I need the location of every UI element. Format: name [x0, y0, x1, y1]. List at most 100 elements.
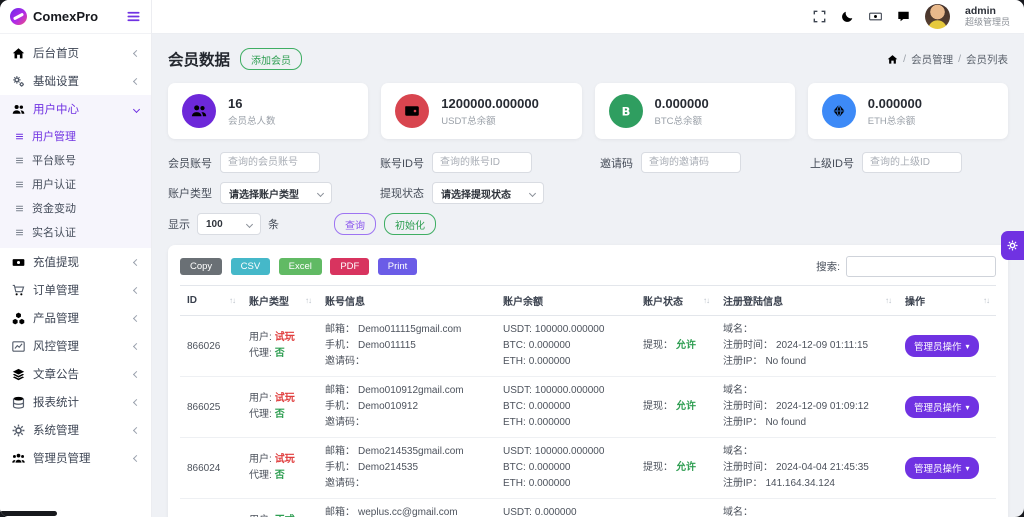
- filter-field: 账号ID号: [380, 152, 600, 173]
- filter-label: 会员账号: [168, 155, 212, 171]
- horizontal-scrollbar-thumb[interactable]: [0, 511, 57, 516]
- export-button[interactable]: Copy: [180, 258, 222, 275]
- main-area: admin 超级管理员 会员数据 添加会员 / 会员管理 /: [152, 0, 1024, 517]
- sidebar-item-user-center[interactable]: 用户中心: [0, 95, 151, 123]
- title-row: 会员数据 添加会员 / 会员管理 / 会员列表: [168, 48, 1008, 70]
- home-icon[interactable]: [887, 54, 898, 65]
- header-icons: [813, 10, 910, 23]
- column-header[interactable]: 账户类型 ↑↓: [242, 286, 318, 316]
- export-button[interactable]: Excel: [279, 258, 322, 275]
- export-button[interactable]: CSV: [231, 258, 271, 275]
- sidebar-item[interactable]: 系统管理: [0, 416, 151, 444]
- column-header[interactable]: 注册登陆信息 ↑↓: [716, 286, 898, 316]
- cell-balance: USDT:100000.000000 BTC:0.000000 ETH:0.00…: [496, 316, 636, 377]
- filter-input[interactable]: [862, 152, 962, 173]
- admin-action-button[interactable]: 管理员操作 ▾: [905, 457, 979, 479]
- header-icon[interactable]: [841, 10, 854, 23]
- withdraw-status: 允许: [676, 401, 696, 412]
- query-button[interactable]: 查询: [334, 213, 376, 235]
- sidebar-item[interactable]: 充值提现: [0, 248, 151, 276]
- usdt-balance: 0.000000: [535, 507, 577, 517]
- users-icon: [12, 103, 25, 116]
- sidebar-item-label: 充值提现: [33, 254, 126, 270]
- sidebar-item[interactable]: 风控管理: [0, 332, 151, 360]
- search-input[interactable]: [846, 256, 996, 277]
- user-type: 试玩: [275, 393, 295, 404]
- sidebar-subitem[interactable]: 实名认证: [0, 220, 151, 244]
- sidebar-item-icon: [12, 312, 25, 325]
- withdraw-status: 允许: [676, 462, 696, 473]
- reset-button[interactable]: 初始化: [384, 213, 436, 235]
- list-icon: [14, 203, 25, 214]
- column-header[interactable]: ID ↑↓: [180, 286, 242, 316]
- admin-action-button[interactable]: 管理员操作 ▾: [905, 396, 979, 418]
- usdt-balance: 100000.000000: [535, 446, 605, 457]
- chevron-left-icon: [133, 49, 140, 56]
- admin-action-button[interactable]: 管理员操作 ▾: [905, 335, 979, 357]
- filter-input[interactable]: [641, 152, 741, 173]
- column-header[interactable]: 账号信息: [318, 286, 496, 316]
- usdt-balance: 100000.000000: [535, 385, 605, 396]
- sort-icon[interactable]: ↑↓: [229, 296, 235, 305]
- list-icon: [14, 179, 25, 190]
- column-header[interactable]: 账户状态 ↑↓: [636, 286, 716, 316]
- cell-account-info: 邮箱：Demo011115gmail.com 手机：Demo011115 邀请码…: [318, 316, 496, 377]
- menu-toggle-icon[interactable]: [126, 9, 141, 24]
- breadcrumb-item[interactable]: 会员列表: [966, 52, 1008, 67]
- table-settings-button[interactable]: [1001, 231, 1024, 260]
- sort-icon[interactable]: ↑↓: [305, 296, 311, 305]
- sidebar-item-label: 用户中心: [33, 101, 126, 117]
- header-icon[interactable]: [897, 10, 910, 23]
- caret-down-icon: ▾: [966, 403, 970, 412]
- svg-text:B: B: [621, 104, 630, 118]
- sidebar-item[interactable]: 管理员管理: [0, 444, 151, 472]
- sidebar-item[interactable]: 基础设置: [0, 67, 151, 95]
- chevron-left-icon: [133, 454, 140, 461]
- cell-actions: 管理员操作 ▾: [898, 438, 996, 499]
- sort-icon[interactable]: ↑↓: [885, 296, 891, 305]
- add-member-button[interactable]: 添加会员: [240, 48, 302, 70]
- export-button[interactable]: PDF: [330, 258, 369, 275]
- avatar[interactable]: [925, 4, 950, 29]
- stat-value: 16: [228, 96, 276, 111]
- caret-down-icon: ▾: [966, 342, 970, 351]
- filter-label: 账号ID号: [380, 155, 424, 171]
- column-header[interactable]: 操作 ↑↓: [898, 286, 996, 316]
- stat-icon: [182, 94, 216, 128]
- sort-icon[interactable]: ↑↓: [983, 296, 989, 305]
- filter-label: 上级ID号: [810, 155, 854, 171]
- breadcrumb-item[interactable]: 会员管理: [911, 52, 953, 67]
- filter-select[interactable]: 请选择账户类型: [220, 182, 332, 204]
- cell-account-type: 用户:试玩 代理:否: [242, 377, 318, 438]
- display-row: 显示 100 条 查询 初始化: [168, 213, 1008, 235]
- search-label: 搜索:: [816, 259, 840, 274]
- sidebar-item[interactable]: 订单管理: [0, 276, 151, 304]
- stat-value: 1200000.000000: [441, 96, 539, 111]
- header-icon[interactable]: [813, 10, 826, 23]
- admin-meta[interactable]: admin 超级管理员: [965, 5, 1010, 28]
- filter-input[interactable]: [432, 152, 532, 173]
- sidebar-subitem[interactable]: 用户认证: [0, 172, 151, 196]
- sidebar-item[interactable]: 报表统计: [0, 388, 151, 416]
- sidebar-item[interactable]: 后台首页: [0, 39, 151, 67]
- sidebar-item[interactable]: 产品管理: [0, 304, 151, 332]
- column-header[interactable]: 账户余额: [496, 286, 636, 316]
- sidebar-item[interactable]: 文章公告: [0, 360, 151, 388]
- sidebar-subitem[interactable]: 平台账号: [0, 148, 151, 172]
- phone-value: Demo010912: [358, 401, 418, 412]
- export-button[interactable]: Print: [378, 258, 418, 275]
- cell-account-info: 邮箱：Demo010912gmail.com 手机：Demo010912 邀请码…: [318, 377, 496, 438]
- filter-field: 会员账号: [168, 152, 380, 173]
- filter-input[interactable]: [220, 152, 320, 173]
- table-search: 搜索:: [816, 256, 996, 277]
- page-size-select[interactable]: 100: [197, 213, 261, 235]
- filter-label: 邀请码: [600, 155, 633, 171]
- sidebar-item-icon: [12, 424, 25, 437]
- sidebar-subitem-label: 平台账号: [32, 152, 76, 168]
- sidebar-subitem[interactable]: 用户管理: [0, 124, 151, 148]
- filter-select[interactable]: 请选择提现状态: [432, 182, 544, 204]
- sidebar-subitem[interactable]: 资金变动: [0, 196, 151, 220]
- sort-icon[interactable]: ↑↓: [703, 296, 709, 305]
- sidebar-item-icon: [12, 396, 25, 409]
- header-icon[interactable]: [869, 10, 882, 23]
